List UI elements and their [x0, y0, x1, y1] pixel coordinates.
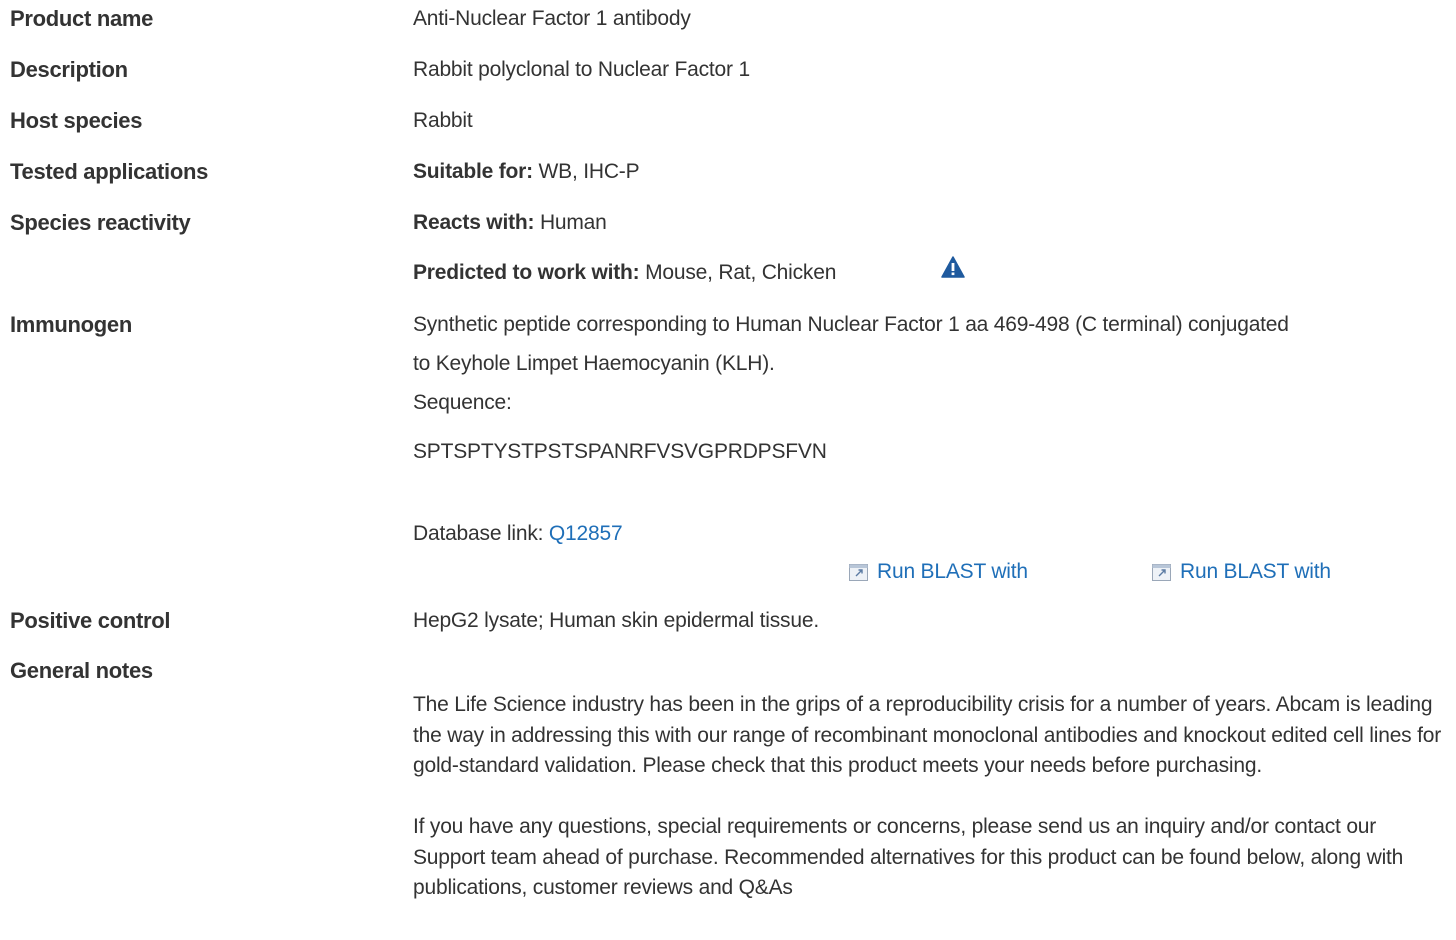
value-predicted-to-work-with: Predicted to work with: Mouse, Rat, Chic… — [413, 259, 1448, 287]
immunogen-line-1: Synthetic peptide corresponding to Human… — [413, 313, 1289, 336]
label-product-name: Product name — [10, 6, 154, 31]
general-notes-paragraph-2: If you have any questions, special requi… — [413, 815, 1404, 900]
label-immunogen: Immunogen — [10, 312, 132, 337]
value-tested-applications: Suitable for: WB, IHC-P — [413, 158, 1448, 186]
run-blast-link-1[interactable]: Run BLAST with — [849, 558, 1028, 586]
predicted-prefix: Predicted to work with: — [413, 261, 640, 284]
label-description: Description — [10, 57, 128, 82]
run-blast-label-2[interactable]: Run BLAST with — [1180, 558, 1331, 586]
database-link-prefix: Database link: — [413, 522, 544, 545]
reacts-with-value: Human — [539, 211, 607, 234]
external-link-icon — [1152, 563, 1171, 581]
label-general-notes: General notes — [10, 658, 153, 683]
value-positive-control: HepG2 lysate; Human skin epidermal tissu… — [413, 609, 819, 632]
suitable-for-prefix: Suitable for: — [413, 160, 533, 183]
value-product-name: Anti-Nuclear Factor 1 antibody — [413, 7, 691, 30]
run-blast-label-1[interactable]: Run BLAST with — [877, 558, 1028, 586]
database-link-q12857[interactable]: Q12857 — [549, 522, 623, 545]
label-host-species: Host species — [10, 108, 143, 133]
run-blast-link-2[interactable]: Run BLAST with — [1152, 558, 1331, 586]
database-link-row: Database link: Q12857 — [413, 520, 1448, 548]
immunogen-line-2: to Keyhole Limpet Haemocyanin (KLH). — [413, 352, 775, 375]
reacts-with-prefix: Reacts with: — [413, 211, 535, 234]
sequence-value: SPTSPTYSTPSTSPANRFVSVGPRDPSFVN — [413, 440, 827, 463]
external-link-icon — [849, 563, 868, 581]
suitable-for-value: WB, IHC-P — [538, 160, 640, 183]
value-host-species: Rabbit — [413, 109, 473, 132]
value-description: Rabbit polyclonal to Nuclear Factor 1 — [413, 58, 750, 81]
label-tested-applications: Tested applications — [10, 159, 209, 184]
predicted-value: Mouse, Rat, Chicken — [645, 261, 837, 284]
general-notes-paragraph-1: The Life Science industry has been in th… — [413, 693, 1442, 778]
label-positive-control: Positive control — [10, 608, 171, 633]
label-species-reactivity: Species reactivity — [10, 210, 191, 235]
warning-triangle-icon[interactable] — [941, 256, 965, 278]
value-reacts-with: Reacts with: Human — [413, 209, 1448, 237]
sequence-label: Sequence: — [413, 391, 512, 414]
